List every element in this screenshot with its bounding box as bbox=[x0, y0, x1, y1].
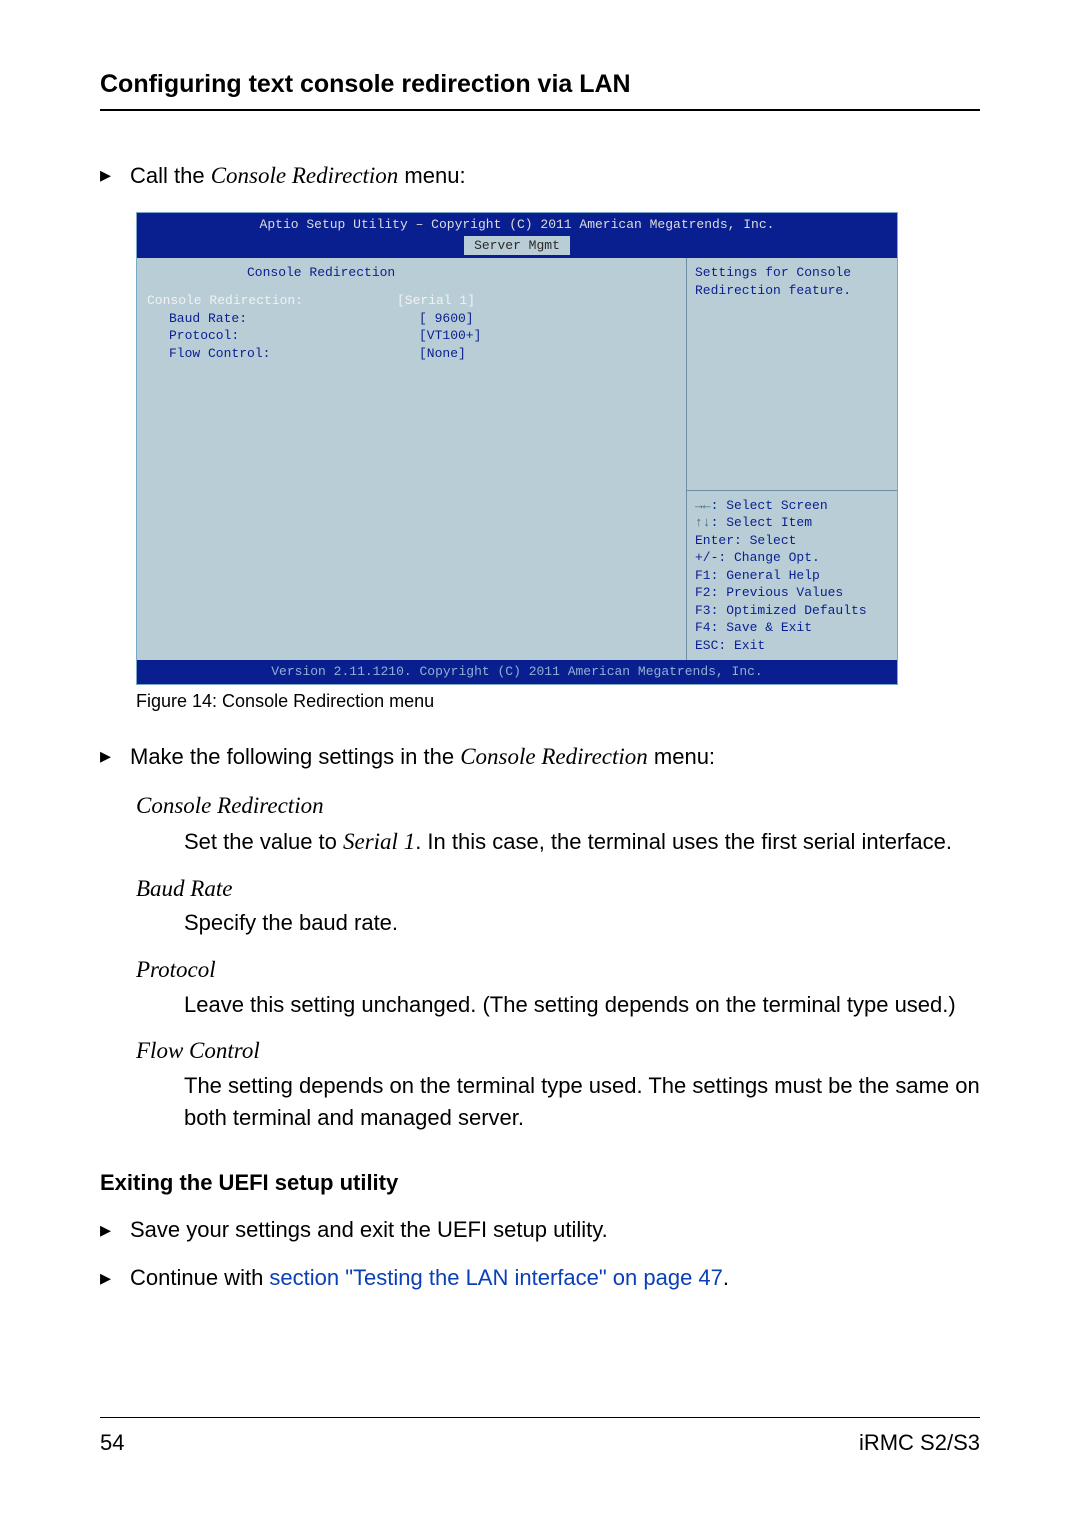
page-number: 54 bbox=[100, 1430, 124, 1456]
intro-bullet: ▸ Call the Console Redirection menu: bbox=[100, 159, 980, 192]
bios-row: Baud Rate: [ 9600] bbox=[147, 310, 676, 328]
def-body: Leave this setting unchanged. (The setti… bbox=[184, 989, 980, 1021]
exit-text-1: Save your settings and exit the UEFI set… bbox=[130, 1214, 608, 1246]
def-term-protocol: Protocol bbox=[136, 953, 980, 986]
bios-header-title: Aptio Setup Utility – Copyright (C) 2011… bbox=[143, 216, 891, 234]
def-term-baud-rate: Baud Rate bbox=[136, 872, 980, 905]
bios-section-title: Console Redirection bbox=[147, 264, 676, 282]
link-testing-lan[interactable]: section "Testing the LAN interface" on p… bbox=[269, 1265, 722, 1290]
bullet-icon: ▸ bbox=[100, 740, 130, 773]
def-body: Set the value to Serial 1. In this case,… bbox=[184, 825, 980, 858]
bios-value: [VT100+] bbox=[419, 327, 481, 345]
bios-value: [ 9600] bbox=[419, 310, 474, 328]
settings-bullet: ▸ Make the following settings in the Con… bbox=[100, 740, 980, 773]
bios-label: Baud Rate: bbox=[147, 310, 419, 328]
bios-row: Console Redirection: [Serial 1] bbox=[147, 292, 676, 310]
figure-caption: Figure 14: Console Redirection menu bbox=[136, 691, 980, 712]
title-divider bbox=[100, 109, 980, 111]
bios-row: Protocol: [VT100+] bbox=[147, 327, 676, 345]
exit-text-2: Continue with section "Testing the LAN i… bbox=[130, 1262, 729, 1294]
bullet-icon: ▸ bbox=[100, 159, 130, 192]
subheading-exit-uefi: Exiting the UEFI setup utility bbox=[100, 1170, 980, 1196]
def-term-flow-control: Flow Control bbox=[136, 1034, 980, 1067]
bios-footer: Version 2.11.1210. Copyright (C) 2011 Am… bbox=[137, 660, 897, 684]
bios-help-text: Settings for Console Redirection feature… bbox=[687, 258, 897, 489]
def-term-console-redirection: Console Redirection bbox=[136, 789, 980, 822]
bios-screenshot: Aptio Setup Utility – Copyright (C) 2011… bbox=[136, 212, 980, 685]
bios-label: Flow Control: bbox=[147, 345, 419, 363]
bios-label: Protocol: bbox=[147, 327, 419, 345]
bios-row: Flow Control: [None] bbox=[147, 345, 676, 363]
bullet-icon: ▸ bbox=[100, 1262, 130, 1294]
footer-divider bbox=[100, 1417, 980, 1418]
page-title: Configuring text console redirection via… bbox=[100, 70, 980, 99]
page-footer: 54 iRMC S2/S3 bbox=[100, 1409, 980, 1456]
intro-text: Call the Console Redirection menu: bbox=[130, 159, 466, 192]
bios-header: Aptio Setup Utility – Copyright (C) 2011… bbox=[137, 213, 897, 258]
bios-value: [Serial 1] bbox=[397, 292, 475, 310]
def-body: Specify the baud rate. bbox=[184, 907, 980, 939]
settings-text: Make the following settings in the Conso… bbox=[130, 740, 715, 773]
bios-label: Console Redirection: bbox=[147, 292, 397, 310]
doc-id: iRMC S2/S3 bbox=[859, 1430, 980, 1456]
bios-tab-server-mgmt: Server Mgmt bbox=[464, 236, 570, 256]
bios-key-help: →←: Select Screen ↑↓: Select Item Enter:… bbox=[687, 490, 897, 661]
exit-bullet-1: ▸ Save your settings and exit the UEFI s… bbox=[100, 1214, 980, 1246]
bios-value: [None] bbox=[419, 345, 466, 363]
def-body: The setting depends on the terminal type… bbox=[184, 1070, 980, 1134]
bios-right-panel: Settings for Console Redirection feature… bbox=[686, 258, 897, 660]
bullet-icon: ▸ bbox=[100, 1214, 130, 1246]
bios-left-panel: Console Redirection Console Redirection:… bbox=[137, 258, 686, 660]
exit-bullet-2: ▸ Continue with section "Testing the LAN… bbox=[100, 1262, 980, 1294]
